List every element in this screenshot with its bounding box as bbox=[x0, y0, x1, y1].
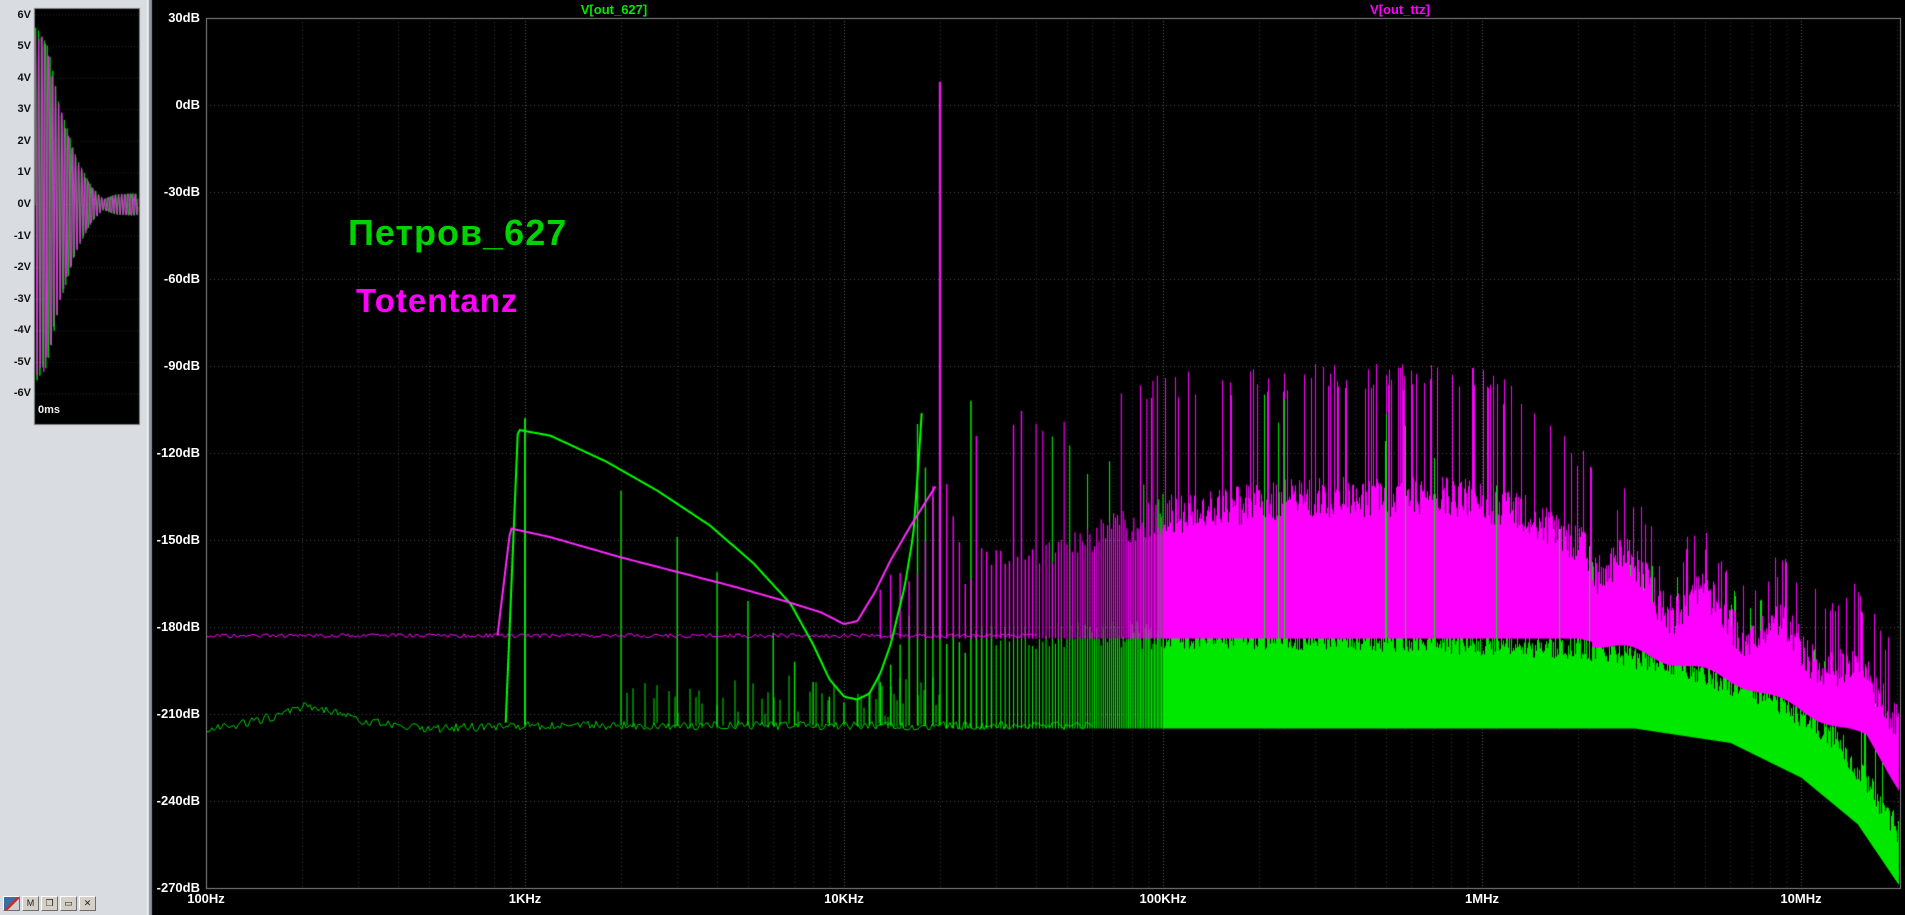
trace-label-outttz[interactable]: V[out_ttz] bbox=[1370, 2, 1430, 17]
y-tick-label: -120dB bbox=[156, 445, 200, 460]
minimized-window-icons: M ❐ ▭ ✕ bbox=[3, 896, 96, 911]
restore-icon[interactable]: ❐ bbox=[41, 896, 58, 911]
y-tick-label: -60dB bbox=[163, 271, 200, 286]
y-tick-label: -210dB bbox=[156, 706, 200, 721]
x-tick-label: 10MHz bbox=[1780, 891, 1822, 906]
inset-y-tick-label: -3V bbox=[13, 292, 31, 305]
plot-canvas[interactable] bbox=[0, 0, 1905, 915]
inset-y-tick-label: -4V bbox=[13, 324, 31, 337]
y-tick-label: -30dB bbox=[163, 184, 200, 199]
close-icon[interactable]: ✕ bbox=[79, 896, 96, 911]
minimized-doc-icon[interactable]: M bbox=[22, 896, 39, 911]
inset-y-tick-label: -6V bbox=[13, 387, 31, 400]
inset-y-tick-label: 3V bbox=[17, 103, 31, 116]
inset-y-tick-label: -2V bbox=[13, 261, 31, 274]
app-logo-icon[interactable] bbox=[3, 896, 20, 911]
x-tick-label: 1MHz bbox=[1465, 891, 1499, 906]
x-tick-label: 10KHz bbox=[824, 891, 864, 906]
inset-y-tick-label: 1V bbox=[17, 166, 31, 179]
inset-time-label: 0ms bbox=[38, 404, 61, 416]
y-tick-label: -90dB bbox=[163, 358, 200, 373]
y-tick-label: 30dB bbox=[168, 10, 200, 25]
y-tick-label: 0dB bbox=[175, 97, 200, 112]
trace-label-out627[interactable]: V[out_627] bbox=[581, 2, 647, 17]
x-tick-label: 100KHz bbox=[1139, 891, 1187, 906]
inset-y-tick-label: 6V bbox=[17, 8, 31, 21]
x-tick-label: 100Hz bbox=[187, 891, 225, 906]
inset-y-tick-label: 2V bbox=[17, 134, 31, 147]
maximize-icon[interactable]: ▭ bbox=[60, 896, 77, 911]
y-tick-label: -150dB bbox=[156, 532, 200, 547]
annotation-petrov-627: Петров_627 bbox=[348, 212, 568, 253]
annotation-totentanz: Totentanz bbox=[356, 282, 519, 319]
inset-y-tick-label: -5V bbox=[13, 355, 31, 368]
inset-y-tick-label: -1V bbox=[13, 229, 31, 242]
inset-y-tick-label: 4V bbox=[17, 71, 31, 84]
inset-y-tick-label: 5V bbox=[17, 40, 31, 53]
x-tick-label: 1KHz bbox=[508, 891, 542, 906]
inset-y-tick-label: 0V bbox=[17, 197, 31, 210]
y-tick-label: -240dB bbox=[156, 793, 200, 808]
y-tick-label: -180dB bbox=[156, 619, 200, 634]
